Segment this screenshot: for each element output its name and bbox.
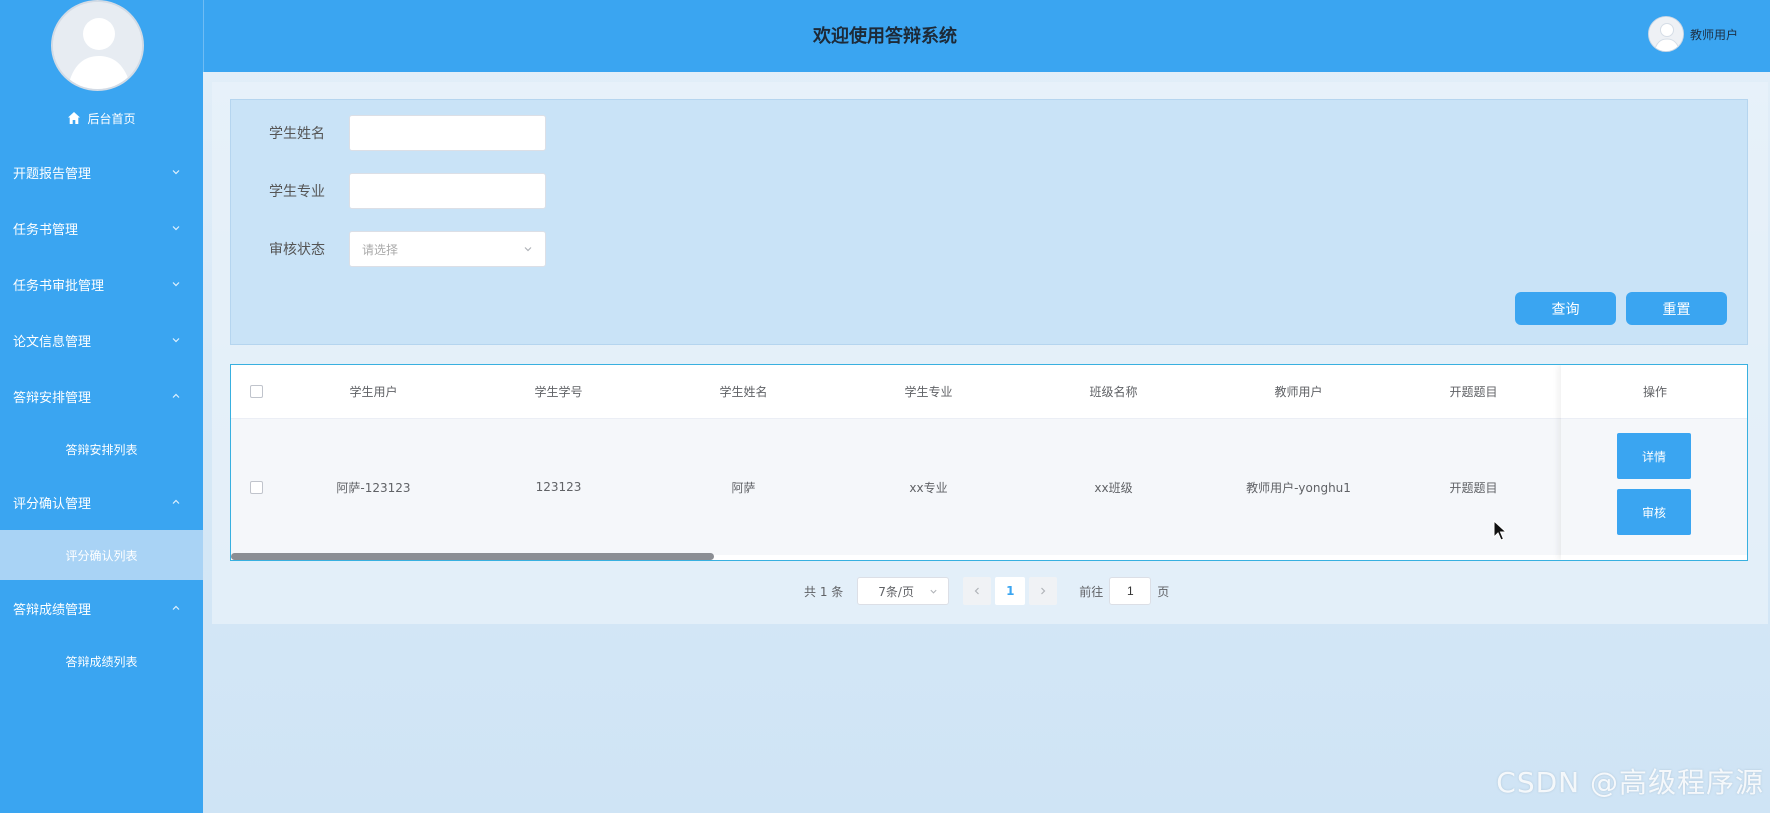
column-header[interactable]: 学生用户	[281, 365, 466, 418]
chevron-down-icon	[172, 338, 180, 343]
pagination-total: 共 1 条	[804, 584, 844, 599]
sidebar-item-label: 答辩成绩管理	[13, 602, 92, 618]
chevron-left-icon	[974, 587, 980, 595]
student-name-label: 学生姓名	[269, 126, 325, 142]
operation-cell: 详情 审核	[1561, 419, 1747, 555]
sidebar-item-label: 开题报告管理	[13, 166, 92, 182]
student-major-label: 学生专业	[269, 184, 325, 200]
page-size-select[interactable]: 7条/页	[857, 577, 950, 605]
table-cell: 阿萨	[731, 480, 756, 495]
column-header[interactable]: 开题题目	[1391, 365, 1556, 418]
audit-status-label: 审核状态	[269, 242, 325, 258]
sidebar: 后台首页 开题报告管理 任务书管理 任务书审批管理 论文信息管理 答辩安排管理 …	[0, 0, 203, 813]
sidebar-item-label: 评分确认管理	[13, 496, 92, 512]
student-name-row: 学生姓名	[269, 115, 546, 151]
student-major-row: 学生专业	[269, 173, 546, 209]
row-checkbox-cell	[231, 419, 281, 555]
search-panel: 学生姓名 学生专业 审核状态 请选择 查询 重置	[230, 99, 1748, 345]
avatar	[1647, 16, 1684, 52]
sidebar-item-label: 任务书管理	[13, 222, 79, 238]
user-avatar-icon	[53, 2, 142, 89]
student-name-input[interactable]	[349, 115, 546, 151]
sidebar-item-label: 论文信息管理	[13, 334, 92, 350]
user-name: 教师用户	[1689, 27, 1738, 42]
sidebar-subitem-defense-grade-list[interactable]: 答辩成绩列表	[0, 636, 203, 686]
detail-button[interactable]: 详情	[1617, 433, 1691, 479]
sidebar-subitem-label: 答辩成绩列表	[65, 654, 138, 669]
chevron-down-icon	[172, 282, 180, 287]
sidebar-menu: 开题报告管理 任务书管理 任务书审批管理 论文信息管理 答辩安排管理 答辩安排列…	[0, 144, 203, 686]
sidebar-subitem-defense-schedule-list[interactable]: 答辩安排列表	[0, 424, 203, 474]
column-header[interactable]: 学生专业	[836, 365, 1021, 418]
sidebar-item-defense-schedule[interactable]: 答辩安排管理	[0, 368, 203, 424]
table-cell: 123123	[535, 480, 582, 494]
pagination: 共 1 条 7条/页 1 前往 页	[804, 577, 1169, 605]
reset-button[interactable]: 重置	[1626, 292, 1727, 325]
prev-page-button[interactable]	[963, 577, 992, 605]
column-header[interactable]: 教师用户	[1206, 365, 1391, 418]
page-number-current[interactable]: 1	[995, 577, 1026, 605]
chevron-up-icon	[172, 393, 180, 398]
column-header[interactable]: 学生姓名	[651, 365, 836, 418]
sidebar-subitem-label: 评分确认列表	[65, 548, 138, 563]
audit-status-select[interactable]: 请选择	[349, 231, 546, 267]
column-header[interactable]: 学生学号	[466, 365, 651, 418]
sidebar-item-label: 答辩安排管理	[13, 390, 92, 406]
sidebar-subitem-score-confirm-list[interactable]: 评分确认列表	[0, 530, 203, 580]
sidebar-item-proposal[interactable]: 开题报告管理	[0, 144, 203, 200]
page-size-value: 7条/页	[878, 584, 914, 599]
audit-button[interactable]: 审核	[1617, 489, 1691, 535]
page-jumper: 前往 页	[1079, 577, 1169, 605]
sidebar-item-label: 任务书审批管理	[13, 278, 105, 294]
chevron-down-icon	[930, 589, 937, 594]
student-major-input[interactable]	[349, 173, 546, 209]
select-all-checkbox[interactable]	[249, 385, 263, 398]
sidebar-item-defense-grade[interactable]: 答辩成绩管理	[0, 580, 203, 636]
sidebar-item-thesis[interactable]: 论文信息管理	[0, 312, 203, 368]
avatar[interactable]	[51, 0, 144, 91]
table-header: 学生用户 学生学号 学生姓名 学生专业 班级名称 教师用户 开题题目	[231, 365, 1747, 419]
home-icon	[68, 112, 81, 124]
horizontal-scrollbar[interactable]	[231, 553, 714, 560]
operation-column: 操作 详情 审核	[1561, 365, 1747, 560]
column-header[interactable]: 班级名称	[1021, 365, 1206, 418]
sidebar-item-score-confirm[interactable]: 评分确认管理	[0, 474, 203, 530]
chevron-right-icon	[1041, 587, 1046, 595]
query-button[interactable]: 查询	[1515, 292, 1616, 325]
sidebar-item-taskbook[interactable]: 任务书管理	[0, 200, 203, 256]
chevron-down-icon	[524, 247, 532, 252]
page-title: 欢迎使用答辩系统	[813, 26, 957, 47]
mouse-cursor-icon	[1493, 520, 1508, 541]
next-page-button[interactable]	[1029, 577, 1058, 605]
chevron-down-icon	[172, 170, 180, 175]
column-header: 操作	[1561, 365, 1747, 419]
watermark: CSDN @高级程序源	[1496, 766, 1764, 799]
audit-status-row: 审核状态 请选择	[269, 231, 546, 267]
table-cell: 开题题目	[1449, 480, 1498, 495]
header-checkbox-cell	[231, 365, 281, 418]
table-row[interactable]: 阿萨-123123 123123 阿萨 xx专业 xx班级 教师用户-yongh…	[231, 419, 1747, 555]
chevron-down-icon	[172, 226, 180, 231]
sidebar-subitem-label: 答辩安排列表	[65, 442, 138, 457]
user-avatar-icon	[1648, 17, 1683, 51]
data-table: 学生用户 学生学号 学生姓名 学生专业 班级名称 教师用户 开题题目 阿萨-12…	[230, 364, 1748, 561]
user-menu[interactable]: 教师用户	[1647, 16, 1738, 52]
sidebar-home-link[interactable]: 后台首页	[0, 106, 203, 130]
table-cell: xx专业	[909, 480, 948, 495]
table-cell: 教师用户-yonghu1	[1246, 480, 1351, 495]
goto-page-input[interactable]	[1109, 577, 1152, 605]
row-checkbox[interactable]	[249, 480, 263, 494]
home-label: 后台首页	[87, 111, 136, 126]
top-header: 欢迎使用答辩系统 教师用户	[203, 0, 1770, 72]
audit-status-placeholder: 请选择	[362, 242, 399, 257]
goto-unit: 页	[1157, 584, 1170, 599]
sidebar-item-taskbook-approval[interactable]: 任务书审批管理	[0, 256, 203, 312]
chevron-up-icon	[172, 499, 180, 504]
table-cell: 阿萨-123123	[336, 480, 411, 495]
goto-label: 前往	[1079, 584, 1104, 599]
chevron-up-icon	[172, 605, 180, 610]
table-cell: xx班级	[1094, 480, 1133, 495]
